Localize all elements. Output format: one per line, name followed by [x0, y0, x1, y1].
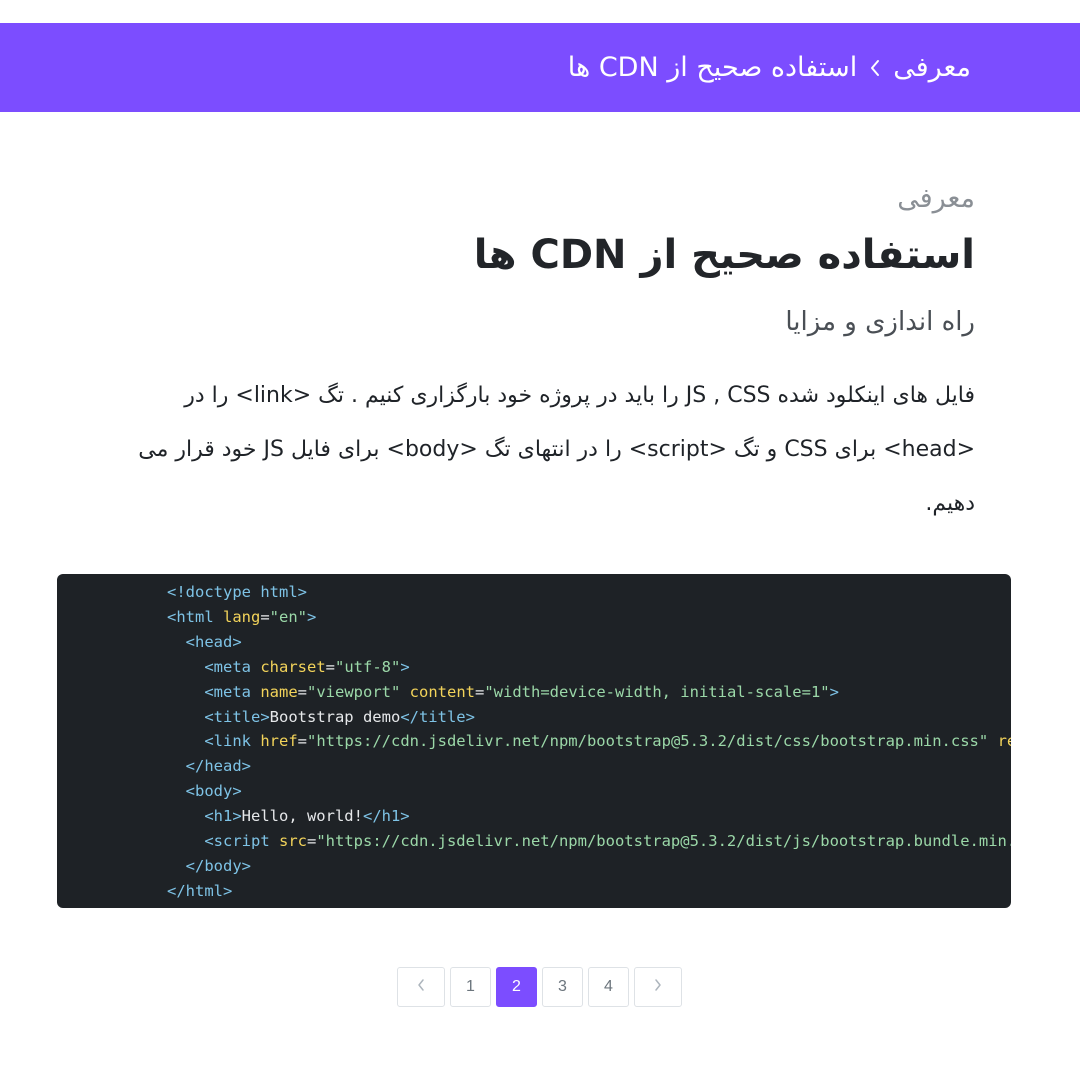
page-button-3[interactable]: 3 [542, 967, 583, 1007]
code-token: href [260, 732, 298, 751]
code-token: </title> [400, 707, 475, 726]
code-token: <body> [185, 782, 242, 801]
code-token: "utf-8" [335, 657, 401, 676]
code-line: </body> [167, 854, 1011, 879]
code-line: <meta name="viewport" content="width=dev… [167, 680, 1011, 705]
code-token: <link [204, 732, 261, 751]
code-token: = [306, 832, 317, 851]
chevron-left-icon [416, 978, 426, 997]
code-token: "https://cdn.jsdelivr.net/npm/bootstrap@… [316, 832, 1011, 851]
breadcrumb: معرفی استفاده صحیح از CDN ها [0, 23, 1080, 112]
code-line: <meta charset="utf-8"> [167, 655, 1011, 680]
breadcrumb-item-current: استفاده صحیح از CDN ها [567, 52, 858, 83]
code-block: <!doctype html> <html lang="en"> <head> <… [57, 574, 1011, 908]
code-token: <meta [204, 682, 261, 701]
breadcrumb-item-intro[interactable]: معرفی [893, 52, 971, 83]
code-token: <meta [204, 657, 261, 676]
code-token: > [307, 607, 317, 626]
code-token: > [400, 657, 410, 676]
code-token: rel [997, 732, 1011, 751]
code-token: charset [260, 657, 326, 676]
code-line: <script src="https://cdn.jsdelivr.net/np… [167, 829, 1011, 854]
code-token: Hello, world! [241, 807, 363, 826]
code-token: lang [223, 607, 261, 626]
code-token: = [325, 657, 335, 676]
code-line: <link href="https://cdn.jsdelivr.net/npm… [167, 729, 1011, 754]
code-line: <body> [167, 779, 1011, 804]
code-token: = [297, 732, 307, 751]
code-token: = [260, 607, 270, 626]
page-button-4[interactable]: 4 [588, 967, 629, 1007]
code-line: </html> [167, 879, 1011, 904]
next-page-button[interactable] [634, 967, 682, 1007]
page-title: استفاده صحیح از CDN ها [473, 232, 975, 278]
code-token: Bootstrap demo [269, 707, 401, 726]
code-line: <title>Bootstrap demo</title> [167, 705, 1011, 730]
code-token: </body> [185, 856, 251, 875]
code-token: = [475, 682, 485, 701]
code-line: <h1>Hello, world!</h1> [167, 804, 1011, 829]
code-token: <script [204, 832, 279, 851]
prev-page-button[interactable] [397, 967, 445, 1007]
code-token: <html [167, 607, 223, 626]
code-line: <head> [167, 630, 1011, 655]
code-line: <html lang="en"> [167, 605, 1011, 630]
code-token: src [278, 832, 307, 851]
code-token: <title> [204, 707, 270, 726]
code-token: <!doctype html> [167, 583, 307, 601]
code-token: content [409, 682, 475, 701]
chevron-left-icon [857, 58, 893, 78]
pagination: 1 2 3 4 [397, 967, 682, 1007]
code-token: "en" [269, 607, 307, 626]
code-token: <h1> [204, 807, 242, 826]
chevron-right-icon [653, 978, 663, 997]
code-token: </html> [167, 881, 233, 900]
article-category: معرفی [897, 183, 975, 214]
code-token: <head> [185, 632, 242, 651]
code-line: <!doctype html> [167, 580, 1011, 605]
code-token: name [260, 682, 298, 701]
code-token: </h1> [362, 807, 410, 826]
code-token: "width=device-width, initial-scale=1" [484, 682, 830, 701]
code-line: </head> [167, 754, 1011, 779]
code-token: > [829, 682, 839, 701]
code-token: "https://cdn.jsdelivr.net/npm/bootstrap@… [307, 732, 989, 751]
code-token: </head> [185, 757, 251, 776]
article-subtitle: راه اندازی و مزایا [785, 307, 975, 337]
article-paragraph: فایل های اینکلود شده JS , CSS را باید در… [138, 383, 975, 516]
page-button-2-current[interactable]: 2 [496, 967, 537, 1007]
code-token: = [297, 682, 307, 701]
code-token: "viewport" [307, 682, 401, 701]
page-button-1[interactable]: 1 [450, 967, 491, 1007]
